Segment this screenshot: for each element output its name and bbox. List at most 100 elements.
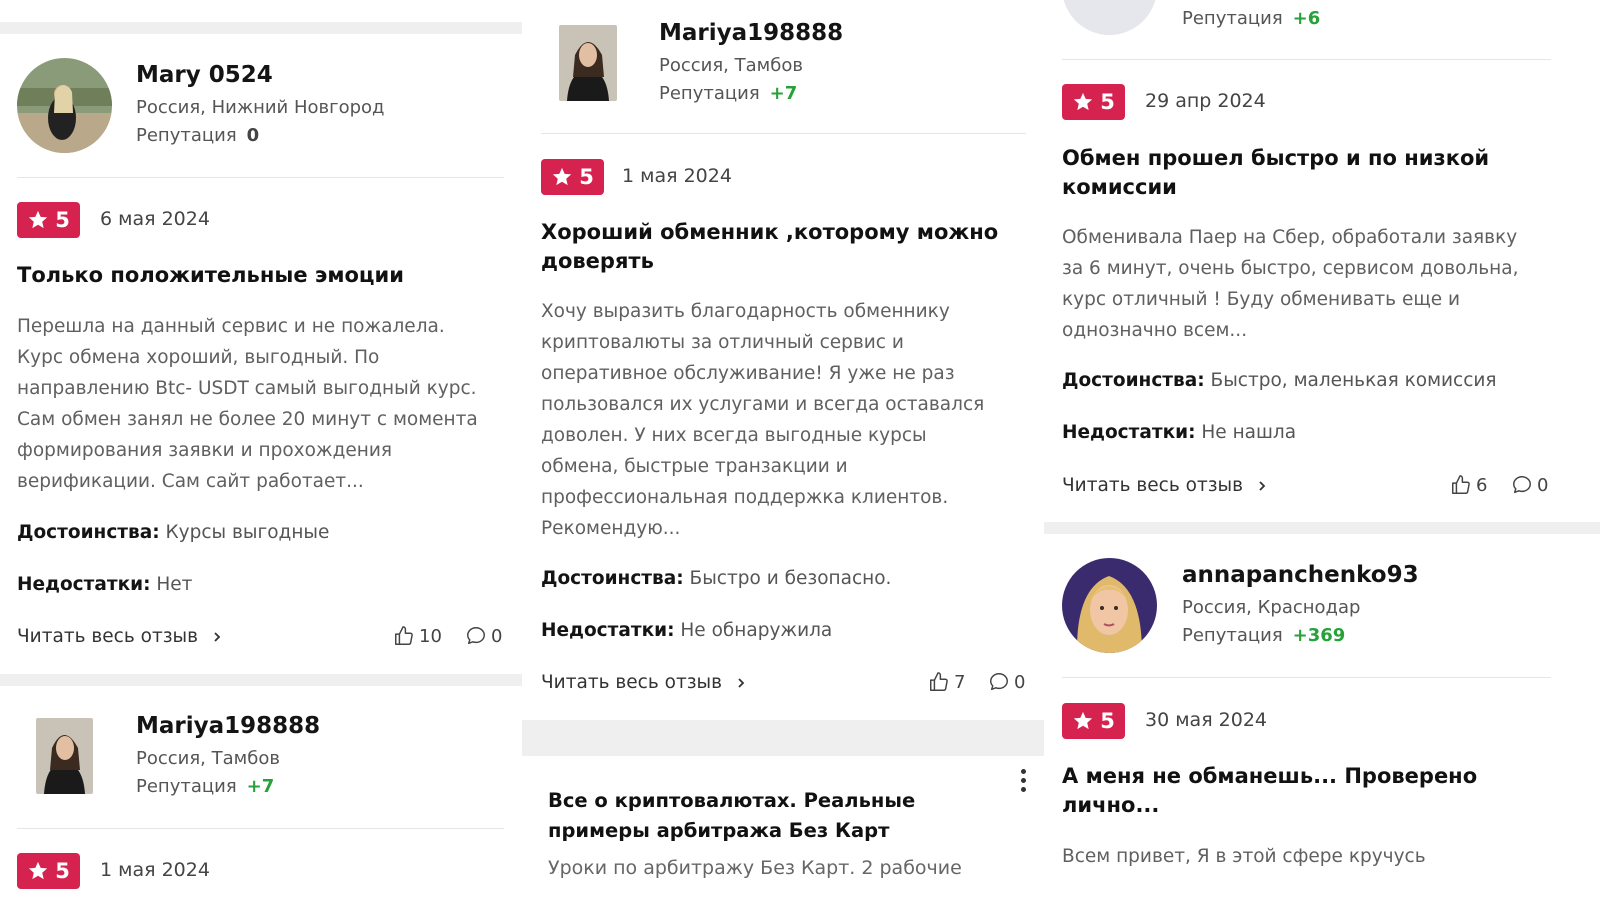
reputation-label: Репутация <box>659 83 760 104</box>
pros-text: Курсы выгодные <box>165 522 330 543</box>
divider <box>1062 677 1551 678</box>
review-line: курс отличный ! Буду обменивать еще и <box>1062 289 1461 310</box>
avatar[interactable] <box>17 58 112 153</box>
user-reputation: Репутация +7 <box>659 83 797 104</box>
review-cons: Недостатки: Не нашла <box>1062 422 1296 443</box>
ad-text: Уроки по арбитражу Без Карт. 2 рабочие <box>548 857 962 879</box>
review-pros: Достоинства: Курсы выгодные <box>17 522 329 543</box>
review-body: Перешла на данный сервис и не пожалела. … <box>17 311 478 497</box>
review-date: 30 мая 2024 <box>1145 709 1268 731</box>
user-reputation: Репутация +7 <box>136 776 274 797</box>
review-line: Сам обмен занял не более 20 минут с моме… <box>17 409 478 430</box>
review-title[interactable]: Хороший обменник ,которому можно доверят… <box>541 218 998 276</box>
separator-band <box>1044 522 1600 534</box>
star-icon <box>553 167 572 186</box>
star-icon <box>29 210 48 229</box>
comment-icon <box>1513 476 1531 494</box>
read-more-link[interactable]: Читать весь отзыв <box>17 626 222 647</box>
rating-badge: 5 <box>17 202 80 238</box>
user-name[interactable]: Mariya198888 <box>136 713 320 739</box>
review-line: криптовалюты за отличный сервис и <box>541 332 904 353</box>
ad-title[interactable]: Все о криптовалютах. Реальные примеры ар… <box>548 786 915 846</box>
comments-count: 0 <box>1014 671 1026 693</box>
rating-value: 5 <box>55 859 70 883</box>
separator-band <box>0 674 522 686</box>
like-button[interactable]: 7 <box>928 671 965 693</box>
comment-button[interactable]: 0 <box>1511 474 1548 496</box>
review-date: 1 мая 2024 <box>622 165 732 187</box>
likes-count: 10 <box>419 625 442 647</box>
ad-title-line: примеры арбитража Без Карт <box>548 819 890 842</box>
user-location: Россия, Краснодар <box>1182 597 1361 618</box>
review-title[interactable]: Только положительные эмоции <box>17 261 404 290</box>
review-body: Обменивала Паер на Сбер, обработали заяв… <box>1062 222 1518 346</box>
reputation-label: Репутация <box>136 776 237 797</box>
chevron-right-icon <box>738 677 745 688</box>
user-reputation: Репутация +6 <box>1182 8 1320 29</box>
like-button[interactable]: 10 <box>393 625 442 647</box>
read-more-label: Читать весь отзыв <box>541 672 723 693</box>
review-body: Хочу выразить благодарность обменнику кр… <box>541 296 984 544</box>
rating-value: 5 <box>55 208 70 232</box>
rating-badge: 5 <box>1062 703 1125 739</box>
title-line: комиссии <box>1062 175 1177 199</box>
avatar[interactable] <box>559 25 617 101</box>
user-name[interactable]: Mariya198888 <box>659 20 843 46</box>
review-column-2: Mariya198888 Россия, Тамбов Репутация +7 … <box>522 0 1044 900</box>
thumbs-up-icon <box>930 672 948 691</box>
read-more-link[interactable]: Читать весь отзыв <box>1062 475 1267 496</box>
read-more-label: Читать весь отзыв <box>1062 475 1244 496</box>
separator-band <box>522 720 1044 756</box>
read-more-link[interactable]: Читать весь отзыв <box>541 672 746 693</box>
review-line: Перешла на данный сервис и не пожалела. <box>17 316 445 337</box>
review-line: Обменивала Паер на Сбер, обработали заяв… <box>1062 227 1518 248</box>
review-title[interactable]: Обмен прошел быстро и по низкой комиссии <box>1062 144 1489 202</box>
comment-button[interactable]: 0 <box>988 671 1025 693</box>
avatar[interactable] <box>1062 558 1157 653</box>
review-column-1: Mary 0524 Россия, Нижний Новгород Репута… <box>0 0 522 900</box>
review-date: 1 мая 2024 <box>100 859 210 881</box>
comments-count: 0 <box>1537 474 1549 496</box>
user-name[interactable]: Mary 0524 <box>136 62 273 88</box>
ad-title-line: Все о криптовалютах. Реальные <box>548 789 916 812</box>
review-line: профессиональная поддержка клиентов. <box>541 487 949 508</box>
rating-value: 5 <box>1100 709 1115 733</box>
title-line: доверять <box>541 249 654 273</box>
title-line: Обмен прошел быстро и по низкой <box>1062 146 1490 170</box>
user-name[interactable]: annapanchenko93 <box>1182 562 1419 588</box>
reputation-value: +7 <box>246 776 275 797</box>
comment-icon <box>467 627 485 645</box>
reputation-label: Репутация <box>1182 8 1283 29</box>
reputation-value: +369 <box>1292 625 1346 646</box>
more-options-icon[interactable] <box>1021 769 1027 796</box>
user-location: Россия, Тамбов <box>136 748 280 769</box>
review-body: Всем привет, Я в этой сфере кручусь <box>1062 846 1426 867</box>
rating-value: 5 <box>579 165 594 189</box>
review-title[interactable]: А меня не обманешь... Проверено лично... <box>1062 762 1477 820</box>
avatar[interactable] <box>36 718 93 794</box>
rating-value: 5 <box>1100 90 1115 114</box>
comment-icon <box>990 673 1008 691</box>
review-line: направлению Btc- USDT самый выгодный кур… <box>17 378 477 399</box>
review-line: оперативное обслуживание! Я уже не раз <box>541 363 955 384</box>
cons-text: Не нашла <box>1201 422 1297 443</box>
user-reputation: Репутация 0 <box>136 125 259 146</box>
likes-count: 6 <box>1476 474 1488 496</box>
title-line: лично... <box>1062 793 1160 817</box>
thumbs-up-icon <box>1452 475 1470 494</box>
avatar[interactable] <box>1062 0 1157 35</box>
comment-button[interactable]: 0 <box>465 625 502 647</box>
rating-badge: 5 <box>1062 84 1125 120</box>
title-line: А меня не обманешь... Проверено <box>1062 764 1478 788</box>
reputation-value: 0 <box>246 125 260 146</box>
title-line: Хороший обменник ,которому можно <box>541 220 999 244</box>
like-button[interactable]: 6 <box>1450 474 1487 496</box>
review-column-3: Репутация +6 5 29 апр 2024 Обмен прошел б… <box>1044 0 1600 900</box>
divider <box>1062 59 1551 60</box>
review-pros: Достоинства: Быстро и безопасно. <box>541 568 891 589</box>
star-icon <box>29 861 48 880</box>
star-icon <box>1074 711 1093 730</box>
cons-label: Недостатки: <box>1062 422 1196 443</box>
pros-label: Достоинства: <box>17 522 160 543</box>
review-line: Рекомендую... <box>541 518 681 539</box>
